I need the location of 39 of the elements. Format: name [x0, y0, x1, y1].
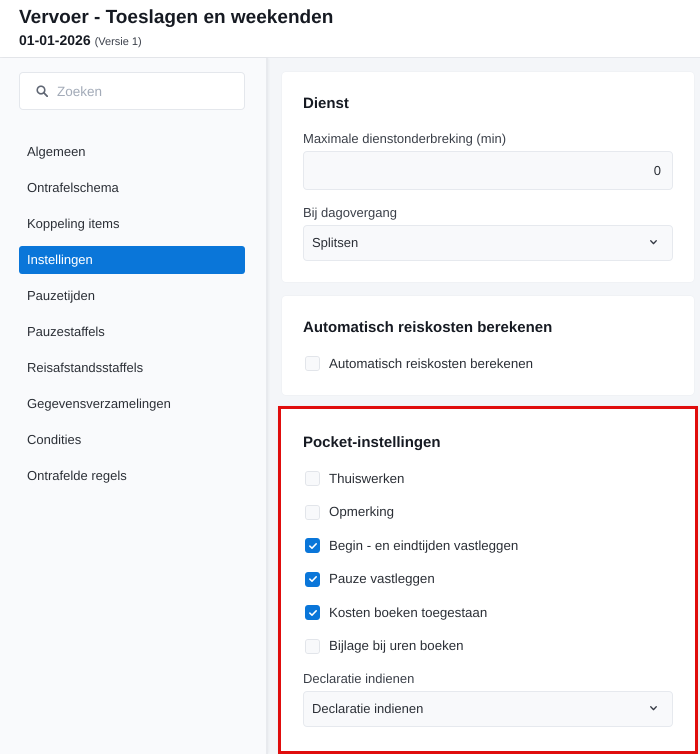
- section-title: Dienst: [303, 94, 350, 114]
- checkbox-label[interactable]: Opmerking: [329, 503, 394, 521]
- nav-item[interactable]: Pauzetijden: [19, 282, 245, 310]
- nav-item[interactable]: Condities: [19, 426, 245, 454]
- field-label: Maximale dienstonderbreking (min): [303, 130, 508, 148]
- checkbox-label[interactable]: Pauze vastleggen: [329, 570, 435, 588]
- nav-item[interactable]: Ontrafelschema: [19, 174, 245, 202]
- dropdown[interactable]: Declaratie indienen: [303, 690, 673, 726]
- checkbox-label[interactable]: Bijlage bij uren boeken: [329, 637, 464, 655]
- nav-item[interactable]: Instellingen: [19, 246, 245, 274]
- nav-item[interactable]: Reisafstandsstaffels: [19, 354, 245, 382]
- field-label: Declaratie indienen: [303, 670, 416, 688]
- nav-item[interactable]: Pauzestaffels: [19, 318, 245, 346]
- nav-item[interactable]: Algemeen: [19, 138, 245, 166]
- search-icon: [36, 85, 48, 97]
- search-field[interactable]: Zoeken: [19, 72, 245, 110]
- nav-item[interactable]: Koppeling items: [19, 210, 245, 238]
- checkbox[interactable]: [305, 538, 320, 553]
- version-label: (Versie 1): [94, 35, 142, 50]
- field-label: Bij dagovergang: [303, 204, 398, 222]
- checkbox-label[interactable]: Begin - en eindtijden vastleggen: [329, 536, 518, 554]
- nav-item[interactable]: Gegevensverzamelingen: [19, 390, 245, 418]
- section-title: Pocket-instellingen: [303, 432, 442, 452]
- nav-item[interactable]: Ontrafelde regels: [19, 462, 245, 490]
- checkbox-label[interactable]: Kosten boeken toegestaan: [329, 604, 488, 622]
- page-title: Vervoer - Toeslagen en weekenden: [19, 6, 334, 30]
- checkbox-label[interactable]: Thuiswerken: [329, 470, 404, 488]
- section-title: Automatisch reiskosten berekenen: [303, 318, 554, 338]
- number-input[interactable]: 0: [303, 151, 673, 190]
- checkbox[interactable]: [305, 605, 320, 620]
- chevron-down-icon: [650, 240, 657, 245]
- check-icon: [308, 542, 316, 548]
- check-icon: [308, 576, 316, 582]
- dropdown[interactable]: Splitsen: [303, 224, 673, 260]
- date-label: 01-01-2026: [19, 31, 91, 49]
- checkbox-label[interactable]: Automatisch reiskosten berekenen: [329, 354, 533, 372]
- chevron-down-icon: [650, 706, 657, 711]
- checkbox[interactable]: [305, 572, 320, 586]
- check-icon: [308, 610, 316, 616]
